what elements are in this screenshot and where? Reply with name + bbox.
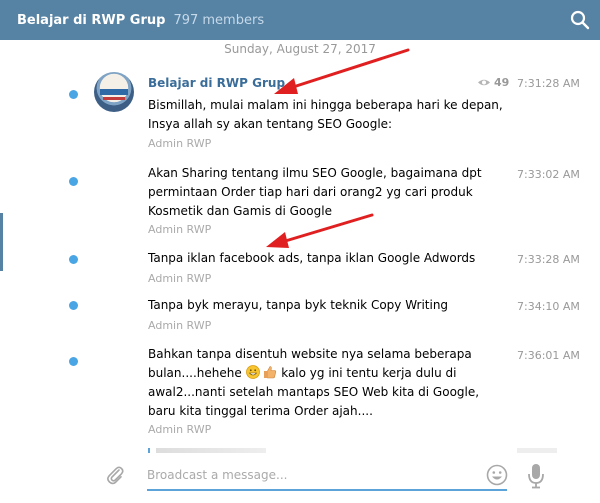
message-text: Bahkan tanpa disentuh website nya selama…	[148, 347, 480, 418]
member-count[interactable]: 797 members	[173, 13, 264, 28]
message-text: Akan Sharing tentang ilmu SEO Google, ba…	[148, 166, 482, 218]
search-icon[interactable]	[570, 10, 590, 30]
message-text: Tanpa iklan facebook ads, tanpa iklan Go…	[148, 251, 476, 265]
message-author[interactable]: Belajar di RWP Grup	[148, 76, 285, 90]
unread-dot	[69, 177, 78, 186]
unread-dot	[69, 357, 78, 366]
grin-emoji-icon	[245, 365, 260, 379]
thumbs-up-emoji-icon	[264, 366, 277, 379]
view-count: 49	[477, 76, 509, 89]
message-time[interactable]: 7:31:28 AM	[517, 77, 580, 90]
paperclip-icon[interactable]	[104, 464, 126, 486]
message-signature: Admin RWP	[148, 319, 212, 332]
microphone-icon[interactable]	[527, 463, 545, 489]
message-time[interactable]: 7:36:01 AM	[517, 349, 580, 362]
eye-icon	[478, 79, 490, 86]
unread-dot	[69, 90, 78, 99]
chat-title[interactable]: Belajar di RWP Grup	[17, 13, 165, 28]
message-time[interactable]: 7:33:02 AM	[517, 168, 580, 181]
message-signature: Admin RWP	[148, 423, 212, 436]
message-signature: Admin RWP	[148, 223, 212, 236]
avatar[interactable]	[94, 72, 134, 112]
scroll-indicator	[0, 213, 3, 271]
unread-dot	[69, 255, 78, 264]
message-signature: Admin RWP	[148, 272, 212, 285]
message-signature: Admin RWP	[148, 137, 212, 150]
message-input[interactable]	[147, 463, 507, 491]
unread-dot	[69, 301, 78, 310]
view-count-value: 49	[494, 76, 510, 89]
message-time[interactable]: 7:34:10 AM	[517, 300, 580, 313]
message-text: Tanpa byk merayu, tanpa byk teknik Copy …	[148, 298, 449, 312]
date-separator: Sunday, August 27, 2017	[224, 42, 376, 56]
chat-header: Belajar di RWP Grup 797 members	[0, 0, 600, 40]
message-time[interactable]: 7:33:28 AM	[517, 253, 580, 266]
message-text: Bismillah, mulai malam ini hingga bebera…	[148, 98, 503, 131]
smiley-icon[interactable]	[486, 464, 508, 486]
